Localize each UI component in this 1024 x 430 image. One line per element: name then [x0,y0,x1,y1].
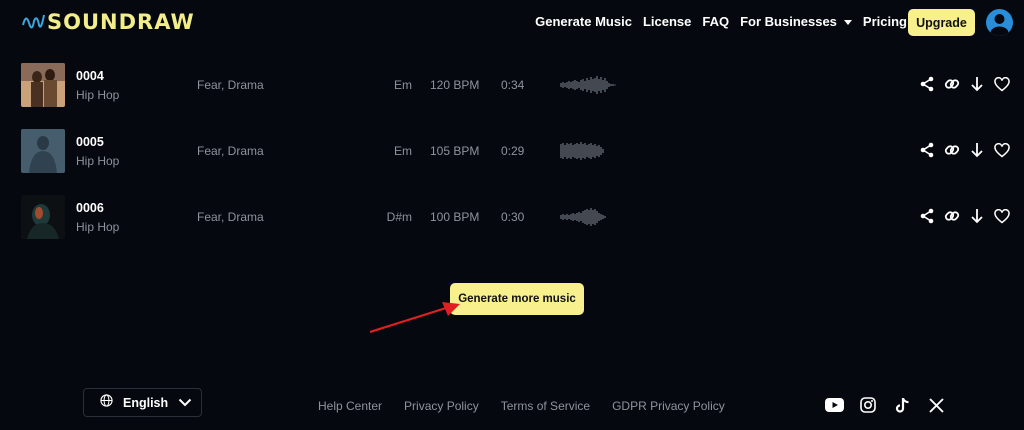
nav-license[interactable]: License [643,14,691,29]
download-icon[interactable] [968,141,985,159]
instagram-icon[interactable] [858,396,878,414]
nav-for-businesses-label: For Businesses [740,14,837,29]
heart-icon[interactable] [993,75,1010,93]
tiktok-icon[interactable] [892,396,912,414]
track-duration: 0:30 [501,210,525,224]
language-selector[interactable]: English [83,388,202,417]
track-id[interactable]: 0004 [76,69,104,83]
social-links [824,396,946,414]
track-cover [21,195,65,239]
track-actions [918,141,1010,159]
waveform[interactable] [560,207,620,227]
track-bpm: 105 BPM [430,144,480,158]
track-duration: 0:29 [501,144,525,158]
annotation-arrow-icon [369,302,460,334]
track-genre: Hip Hop [76,88,120,102]
download-icon[interactable] [968,207,985,225]
track-row[interactable]: 0004 Hip Hop Fear, Drama Em 120 BPM 0:34 [0,63,1024,113]
heart-icon[interactable] [993,141,1010,159]
nav-pricing[interactable]: Pricing [863,14,907,29]
track-cover [21,129,65,173]
x-icon[interactable] [926,396,946,414]
track-actions [918,207,1010,225]
logo[interactable]: SOUNDRAW [22,10,195,34]
waveform[interactable] [560,75,620,95]
track-moods: Fear, Drama [197,78,264,92]
top-bar: SOUNDRAW Generate Music License FAQ For … [0,0,1024,46]
language-label: English [123,395,169,410]
track-bpm: 100 BPM [430,210,480,224]
logo-wave-icon [22,14,45,29]
nav-generate-music[interactable]: Generate Music [535,14,632,29]
main-nav: Generate Music License FAQ For Businesse… [535,14,907,29]
track-key: Em [394,144,412,158]
terms-of-service-link[interactable]: Terms of Service [501,399,590,413]
nav-for-businesses[interactable]: For Businesses [740,14,852,29]
track-genre: Hip Hop [76,154,120,168]
nav-faq[interactable]: FAQ [702,14,729,29]
download-icon[interactable] [968,75,985,93]
track-id[interactable]: 0006 [76,201,104,215]
chevron-down-icon [178,394,192,412]
track-genre: Hip Hop [76,220,120,234]
chevron-down-icon [843,20,852,26]
gdpr-privacy-policy-link[interactable]: GDPR Privacy Policy [612,399,725,413]
globe-icon [100,393,113,412]
track-key: Em [394,78,412,92]
upgrade-button[interactable]: Upgrade [908,9,975,36]
track-bpm: 120 BPM [430,78,480,92]
help-center-link[interactable]: Help Center [318,399,382,413]
link-icon[interactable] [943,207,960,225]
footer-links: Help Center Privacy Policy Terms of Serv… [318,399,725,413]
share-icon[interactable] [918,141,935,159]
user-avatar-icon[interactable] [986,9,1013,36]
track-row[interactable]: 0006 Hip Hop Fear, Drama D#m 100 BPM 0:3… [0,195,1024,245]
track-cover [21,63,65,107]
track-key: D#m [386,210,412,224]
heart-icon[interactable] [993,207,1010,225]
privacy-policy-link[interactable]: Privacy Policy [404,399,479,413]
track-moods: Fear, Drama [197,144,264,158]
track-id[interactable]: 0005 [76,135,104,149]
track-moods: Fear, Drama [197,210,264,224]
link-icon[interactable] [943,75,960,93]
waveform[interactable] [560,141,620,161]
link-icon[interactable] [943,141,960,159]
youtube-icon[interactable] [824,396,844,414]
share-icon[interactable] [918,207,935,225]
logo-text: SOUNDRAW [47,10,195,34]
track-actions [918,75,1010,93]
share-icon[interactable] [918,75,935,93]
generate-more-music-button[interactable]: Generate more music [450,283,584,315]
track-duration: 0:34 [501,78,525,92]
track-row[interactable]: 0005 Hip Hop Fear, Drama Em 105 BPM 0:29 [0,129,1024,179]
